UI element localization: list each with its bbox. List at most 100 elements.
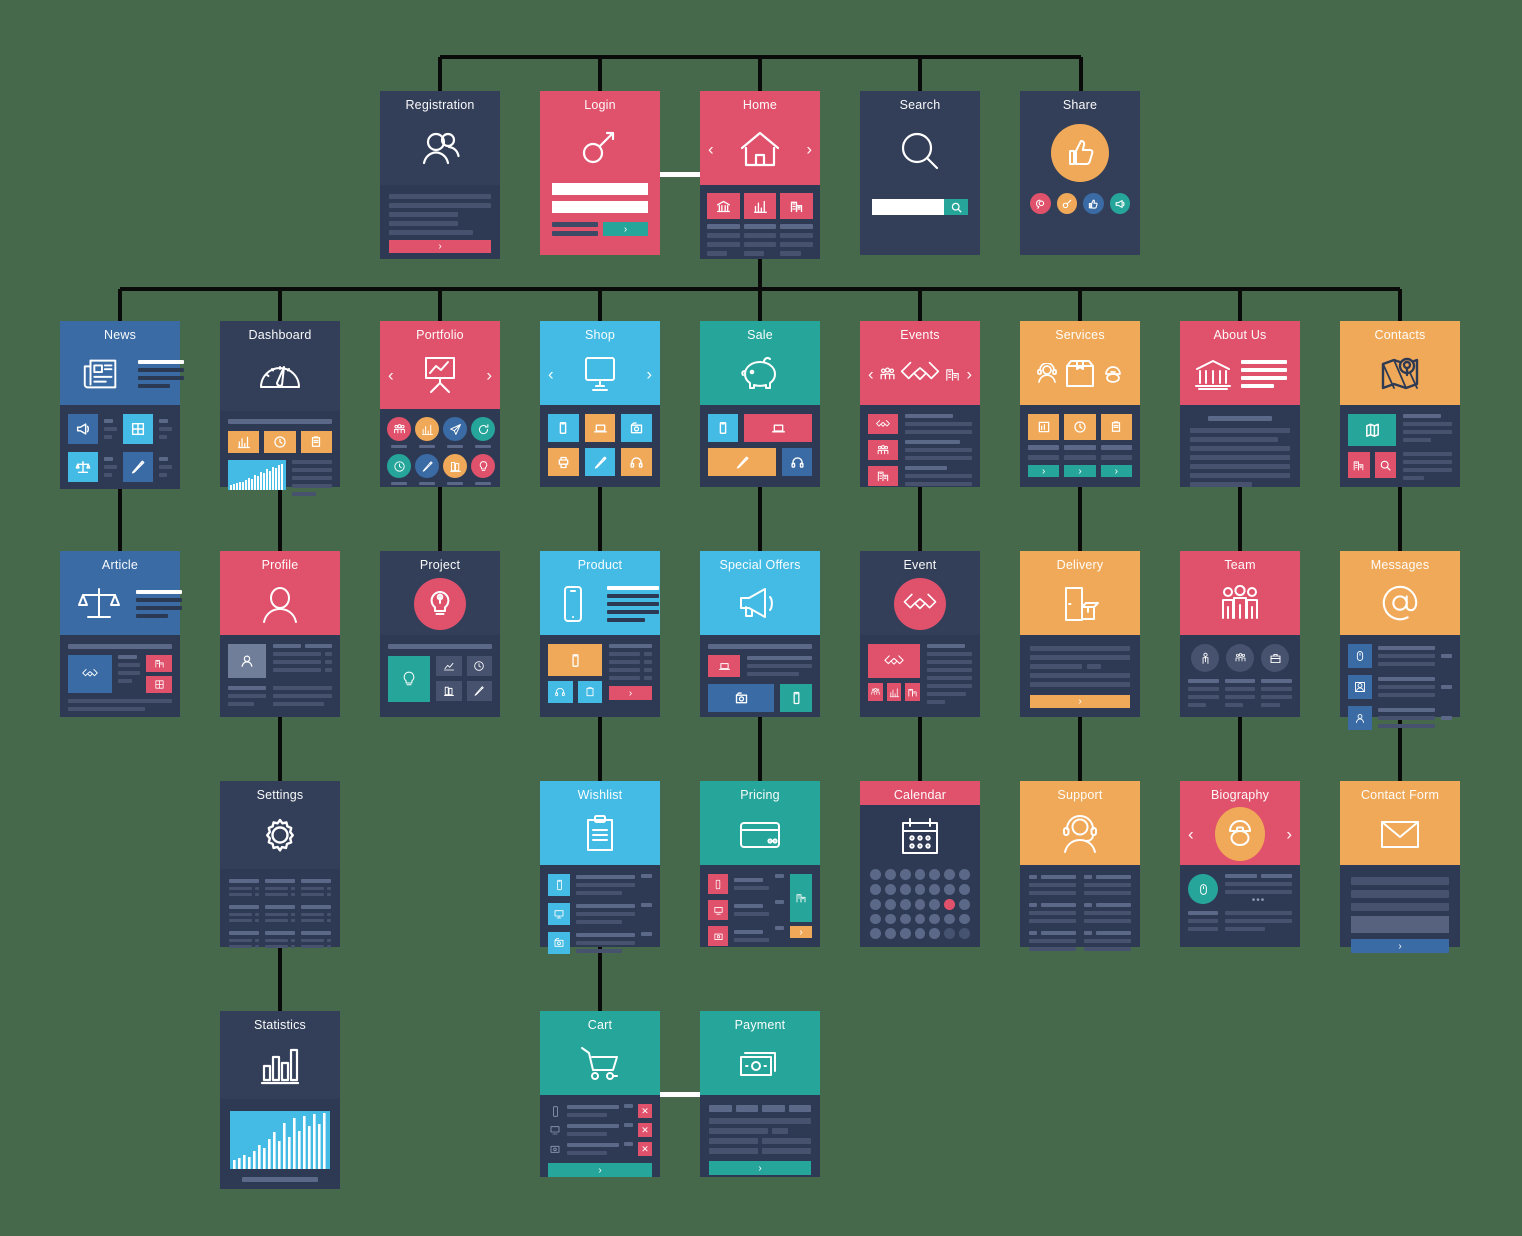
prev-arrow[interactable]: ‹ bbox=[868, 366, 874, 383]
search-button[interactable] bbox=[944, 199, 968, 215]
remove-item-button[interactable]: ✕ bbox=[638, 1123, 652, 1137]
remove-item-button[interactable]: ✕ bbox=[638, 1104, 652, 1118]
calendar-day[interactable] bbox=[929, 898, 941, 910]
calendar-day[interactable] bbox=[870, 913, 881, 925]
buy-button[interactable]: › bbox=[609, 686, 652, 700]
handshake-icon[interactable] bbox=[68, 655, 112, 693]
pen-icon[interactable] bbox=[123, 452, 153, 482]
lightbulb-icon[interactable] bbox=[388, 656, 430, 702]
camera-icon[interactable] bbox=[708, 684, 774, 712]
calendar-day[interactable] bbox=[914, 928, 926, 940]
calendar-day[interactable] bbox=[870, 883, 881, 895]
select-plan-button[interactable]: › bbox=[790, 926, 812, 938]
map-icon[interactable] bbox=[1348, 414, 1396, 446]
prev-arrow[interactable]: ‹ bbox=[388, 367, 394, 384]
calendar-day[interactable] bbox=[870, 898, 881, 910]
calendar-day[interactable] bbox=[929, 883, 941, 895]
calendar-day[interactable] bbox=[929, 928, 941, 940]
bar-chart-icon[interactable] bbox=[886, 683, 902, 701]
building-icon[interactable] bbox=[905, 683, 921, 701]
card-project[interactable]: Project bbox=[380, 551, 500, 717]
headphones-icon[interactable] bbox=[548, 681, 573, 703]
card-specialoffers[interactable]: Special Offers bbox=[700, 551, 820, 717]
card-shop[interactable]: Shop ‹ › bbox=[540, 321, 660, 487]
more-button[interactable]: › bbox=[1028, 465, 1060, 477]
calendar-day[interactable] bbox=[944, 928, 956, 940]
laptop-icon[interactable] bbox=[744, 414, 812, 442]
next-arrow[interactable]: › bbox=[806, 141, 812, 158]
calendar-day[interactable] bbox=[899, 869, 911, 880]
calendar-day[interactable] bbox=[944, 898, 956, 910]
calendar-day[interactable] bbox=[899, 883, 911, 895]
next-arrow[interactable]: › bbox=[966, 366, 972, 383]
checkout-button[interactable]: › bbox=[548, 1163, 652, 1177]
card-team[interactable]: Team bbox=[1180, 551, 1300, 717]
card-contacts[interactable]: Contacts bbox=[1340, 321, 1460, 487]
calendar-day[interactable] bbox=[899, 898, 911, 910]
prev-arrow[interactable]: ‹ bbox=[708, 141, 714, 158]
card-services[interactable]: Services › › › bbox=[1020, 321, 1140, 487]
remove-item-button[interactable]: ✕ bbox=[638, 1142, 652, 1156]
grid-icon[interactable] bbox=[123, 414, 153, 444]
subject-field[interactable] bbox=[1351, 903, 1449, 911]
card-cart[interactable]: Cart ✕ ✕ ✕ › bbox=[540, 1011, 660, 1177]
camera-icon[interactable] bbox=[548, 932, 570, 954]
card-pricing[interactable]: Pricing › bbox=[700, 781, 820, 947]
handshake-icon[interactable] bbox=[868, 414, 898, 434]
prev-arrow[interactable]: ‹ bbox=[1188, 826, 1194, 843]
calendar-day[interactable] bbox=[929, 913, 941, 925]
submit-button[interactable]: › bbox=[389, 240, 491, 253]
username-field[interactable] bbox=[552, 183, 648, 195]
next-arrow[interactable]: › bbox=[1286, 826, 1292, 843]
printer-icon[interactable] bbox=[548, 448, 579, 476]
people-icon[interactable] bbox=[1226, 644, 1254, 672]
user-icon[interactable] bbox=[1348, 675, 1372, 699]
bank-icon[interactable] bbox=[707, 193, 740, 219]
email-field[interactable] bbox=[1351, 890, 1449, 898]
calendar-day[interactable] bbox=[914, 883, 926, 895]
calendar-day[interactable] bbox=[959, 883, 970, 895]
mouse-icon[interactable] bbox=[1348, 644, 1372, 668]
people-icon[interactable] bbox=[387, 417, 411, 441]
card-support[interactable]: Support bbox=[1020, 781, 1140, 951]
card-aboutus[interactable]: About Us bbox=[1180, 321, 1300, 487]
briefcase-icon[interactable] bbox=[1261, 644, 1289, 672]
calendar-grid[interactable] bbox=[870, 869, 970, 940]
calendar-day[interactable] bbox=[944, 869, 956, 880]
card-contactform[interactable]: Contact Form › bbox=[1340, 781, 1460, 953]
pen-icon[interactable] bbox=[466, 681, 492, 701]
card-event[interactable]: Event bbox=[860, 551, 980, 717]
phone-icon[interactable] bbox=[548, 644, 602, 676]
card-events[interactable]: Events ‹ › bbox=[860, 321, 980, 487]
card-settings[interactable]: Settings bbox=[220, 781, 340, 948]
refresh-icon[interactable] bbox=[471, 417, 495, 441]
handshake-icon[interactable] bbox=[868, 644, 920, 678]
more-button[interactable]: › bbox=[1100, 465, 1132, 477]
calendar-day[interactable] bbox=[884, 928, 896, 940]
clipboard-icon[interactable] bbox=[300, 431, 332, 453]
pen-icon[interactable] bbox=[708, 448, 776, 476]
bar-chart-icon[interactable] bbox=[743, 193, 777, 219]
people-icon[interactable] bbox=[868, 440, 898, 460]
card-delivery[interactable]: Delivery › bbox=[1020, 551, 1140, 717]
lightbulb-icon[interactable] bbox=[471, 454, 495, 478]
calendar-day[interactable] bbox=[914, 898, 926, 910]
bar-chart-icon[interactable] bbox=[415, 417, 439, 441]
card-article[interactable]: Article bbox=[60, 551, 182, 717]
grid-icon[interactable] bbox=[146, 676, 172, 693]
monitor-icon[interactable] bbox=[708, 900, 728, 920]
laptop-icon[interactable] bbox=[708, 655, 740, 677]
calendar-day[interactable] bbox=[929, 869, 941, 880]
send-button[interactable]: › bbox=[1351, 939, 1449, 953]
building-icon[interactable] bbox=[1348, 452, 1370, 478]
headphones-icon[interactable] bbox=[782, 448, 812, 476]
headphones-icon[interactable] bbox=[621, 448, 653, 476]
next-arrow[interactable]: › bbox=[486, 367, 492, 384]
calendar-day[interactable] bbox=[870, 928, 881, 940]
card-biography[interactable]: Biography ‹ › ••• bbox=[1180, 781, 1300, 947]
search-icon[interactable] bbox=[1374, 452, 1396, 478]
clock-icon[interactable] bbox=[264, 431, 296, 453]
bar-chart-icon[interactable] bbox=[228, 431, 260, 453]
building-icon[interactable] bbox=[868, 466, 898, 486]
card-payment[interactable]: Payment › bbox=[700, 1011, 820, 1177]
